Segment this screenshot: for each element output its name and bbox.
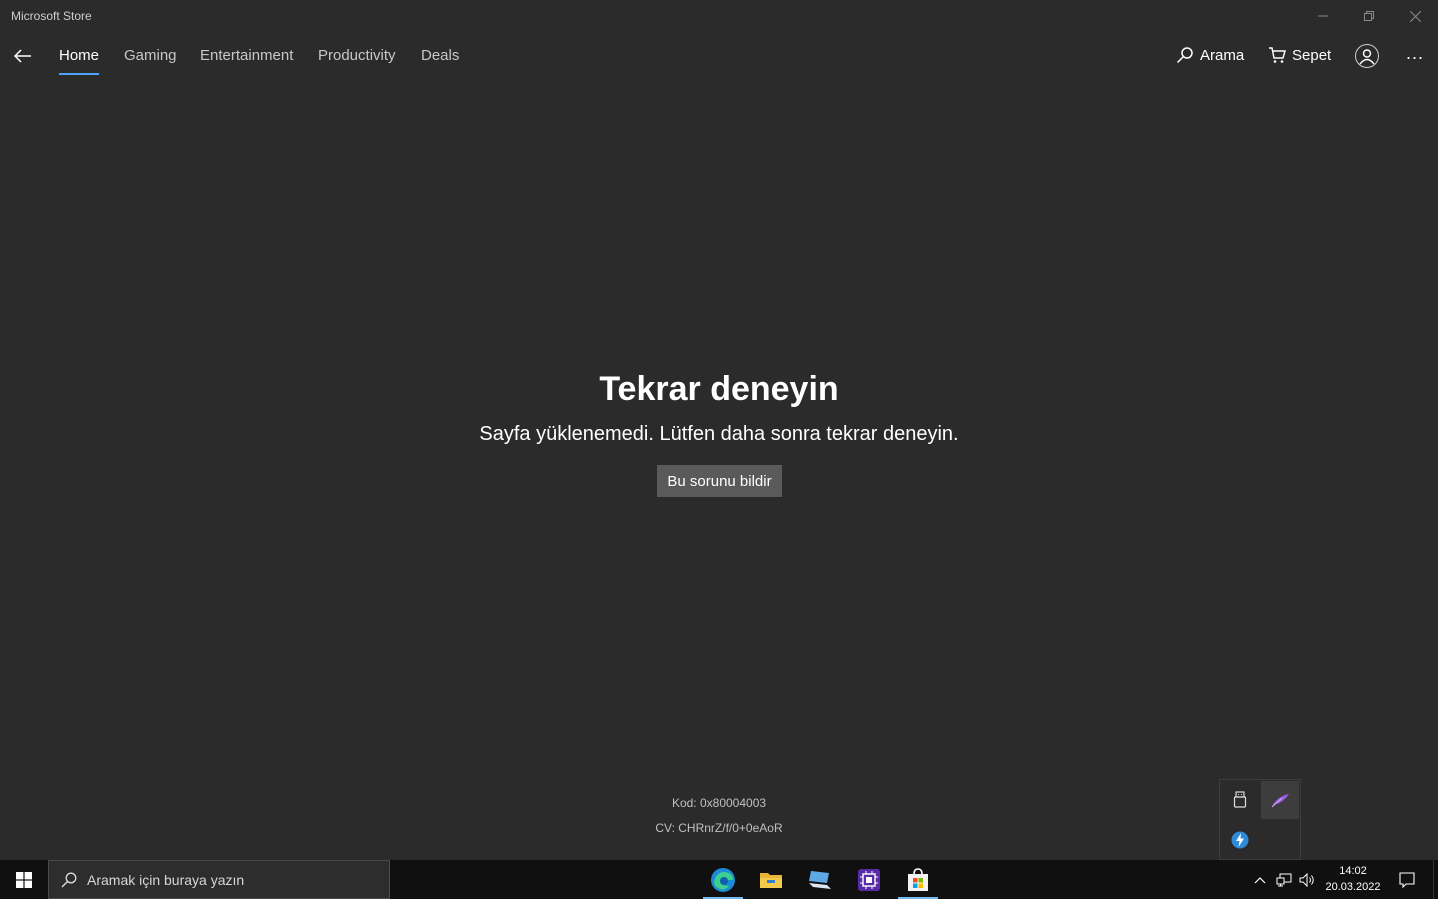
report-problem-button[interactable]: Bu sorunu bildir: [657, 465, 782, 497]
taskbar-app-store[interactable]: [898, 860, 938, 899]
volume-icon: [1299, 872, 1314, 887]
cpu-chip-app-icon: [858, 868, 880, 891]
restore-icon: [1364, 11, 1374, 21]
file-explorer-icon: [760, 872, 782, 888]
nav-bar: Home Gaming Entertainment Productivity D…: [0, 34, 1438, 80]
restore-button[interactable]: [1346, 0, 1392, 32]
chevron-up-icon: [1254, 876, 1266, 883]
lightning-app-icon: [1231, 831, 1249, 849]
microsoft-store-icon: [908, 867, 928, 891]
tab-home[interactable]: Home: [59, 47, 99, 64]
remote-desktop-icon: [809, 870, 831, 889]
close-icon: [1409, 10, 1421, 22]
taskbar-app-remote-desktop[interactable]: [800, 860, 840, 899]
taskbar: Aramak için buraya yazın 14:02 20.03.202…: [0, 860, 1438, 899]
taskbar-search-box[interactable]: Aramak için buraya yazın: [48, 860, 390, 899]
back-arrow-icon: [14, 49, 31, 63]
clock-time: 14:02: [1339, 865, 1367, 877]
tray-feather-button[interactable]: [1261, 781, 1299, 819]
back-button[interactable]: [10, 43, 36, 69]
search-icon: [1176, 47, 1193, 64]
show-desktop-button[interactable]: [1433, 860, 1438, 899]
store-window: Microsoft Store Home Gaming Entertainmen…: [0, 0, 1438, 860]
app-title: Microsoft Store: [11, 9, 92, 23]
taskbar-app-edge[interactable]: [703, 860, 743, 899]
active-tab-indicator: [59, 73, 99, 75]
tray-overflow-popup: [1219, 779, 1301, 860]
search-placeholder: Aramak için buraya yazın: [87, 871, 245, 888]
taskbar-app-cpu[interactable]: [849, 860, 889, 899]
search-icon: [61, 872, 77, 887]
clock-date: 20.03.2022: [1325, 881, 1381, 893]
network-button[interactable]: [1274, 860, 1294, 899]
usb-device-icon: [1233, 791, 1247, 808]
title-bar: Microsoft Store: [0, 0, 1438, 34]
close-button[interactable]: [1392, 0, 1438, 32]
windows-logo-icon: [15, 871, 32, 888]
action-center-button[interactable]: [1392, 860, 1422, 899]
cart-button[interactable]: Sepet: [1268, 46, 1331, 64]
show-hidden-icons-button[interactable]: [1250, 860, 1270, 899]
cart-label: Sepet: [1292, 46, 1332, 64]
volume-button[interactable]: [1298, 860, 1318, 899]
search-button[interactable]: Arama: [1176, 46, 1244, 64]
error-message: Sayfa yüklenemedi. Lütfen daha sonra tek…: [479, 423, 959, 445]
feather-app-icon: [1271, 794, 1289, 808]
user-icon: [1359, 49, 1375, 65]
start-button[interactable]: [0, 860, 47, 899]
taskbar-clock[interactable]: 14:02 20.03.2022: [1322, 863, 1384, 895]
tab-productivity[interactable]: Productivity: [318, 47, 396, 64]
more-options-button[interactable]: ...: [1402, 44, 1428, 68]
search-label: Arama: [1200, 46, 1245, 64]
tray-usb-button[interactable]: [1221, 781, 1259, 819]
edge-icon: [711, 867, 735, 892]
notification-icon: [1399, 871, 1415, 888]
tray-lightning-button[interactable]: [1221, 821, 1259, 859]
minimize-button[interactable]: [1300, 0, 1346, 32]
network-icon: [1276, 873, 1292, 886]
cart-icon: [1269, 47, 1286, 63]
error-title: Tekrar deneyin: [599, 370, 839, 408]
minimize-icon: [1318, 15, 1328, 17]
account-avatar[interactable]: [1355, 44, 1379, 68]
tab-gaming[interactable]: Gaming: [124, 47, 177, 64]
tab-entertainment[interactable]: Entertainment: [200, 47, 293, 64]
tab-deals[interactable]: Deals: [421, 47, 459, 64]
taskbar-app-file-explorer[interactable]: [751, 860, 791, 899]
